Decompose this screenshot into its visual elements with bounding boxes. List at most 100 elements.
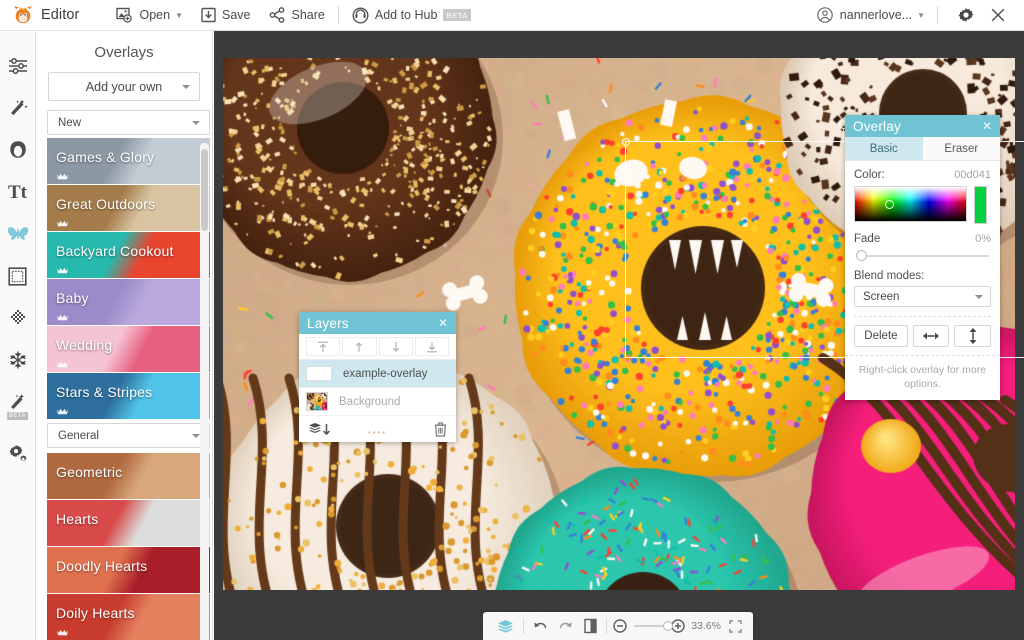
account-menu[interactable]: nannerlove... ▼ xyxy=(817,7,925,23)
page-title: Overlays xyxy=(36,31,212,72)
color-picker-cursor[interactable] xyxy=(885,200,894,209)
zoom-slider[interactable] xyxy=(634,625,664,627)
close-button[interactable] xyxy=(982,0,1014,31)
save-label: Save xyxy=(222,8,251,22)
overlay-tabs: Basic Eraser xyxy=(845,137,1000,161)
flatten-layers-button[interactable] xyxy=(308,422,332,437)
overlay-panel-header[interactable]: Overlay ✕ xyxy=(845,115,1000,137)
scrollbar-thumb[interactable] xyxy=(201,149,208,231)
chevron-down-icon: ▼ xyxy=(175,11,183,20)
rail-item-frames[interactable] xyxy=(0,255,36,297)
layers-panel-footer: •••• xyxy=(299,416,456,442)
magic-wand-icon xyxy=(8,98,28,118)
resize-grip[interactable]: •••• xyxy=(368,428,387,437)
send-to-front-button[interactable] xyxy=(306,337,340,356)
zoom-out-button[interactable] xyxy=(611,619,629,633)
blend-modes-label: Blend modes: xyxy=(854,270,991,282)
layer-row-overlay[interactable]: example-overlay xyxy=(299,360,456,388)
color-picker-field[interactable] xyxy=(854,186,967,222)
overlay-settings-panel[interactable]: Overlay ✕ Basic Eraser Color: 00d041 Fad… xyxy=(845,115,1000,400)
save-button[interactable]: Save xyxy=(192,0,260,31)
brand[interactable]: Editor xyxy=(12,5,79,25)
sidebar-scrollbar[interactable] xyxy=(200,143,209,640)
save-icon xyxy=(201,7,216,23)
color-value: 00d041 xyxy=(954,169,991,181)
close-icon[interactable]: ✕ xyxy=(438,316,448,330)
tab-basic[interactable]: Basic xyxy=(845,137,923,160)
share-icon xyxy=(269,7,286,23)
blend-mode-select[interactable]: Screen xyxy=(854,286,991,307)
overlay-panel-title: Overlay xyxy=(853,119,901,134)
rail-item-effects[interactable] xyxy=(0,87,36,129)
overlay-category-thumb[interactable]: Hearts xyxy=(47,500,210,546)
sliders-icon xyxy=(8,57,28,75)
text-tt-icon: Tt xyxy=(8,183,27,202)
overlay-category-list[interactable]: Games & Glory Great Outdoors Backyard Cook… xyxy=(36,138,213,640)
send-backward-button[interactable] xyxy=(379,337,413,356)
color-swatch-current[interactable] xyxy=(974,186,987,224)
layers-panel[interactable]: Layers ✕ xyxy=(299,312,456,442)
compare-button[interactable] xyxy=(579,618,602,634)
overlay-category-thumb[interactable]: Doodly Hearts xyxy=(47,547,210,593)
send-to-back-button[interactable] xyxy=(415,337,449,356)
flip-horizontal-button[interactable] xyxy=(913,325,950,347)
fullscreen-button[interactable] xyxy=(727,620,744,633)
delete-layer-button[interactable] xyxy=(434,422,447,437)
add-your-own-button[interactable]: Add your own xyxy=(48,72,200,101)
overlay-category-label: Great Outdoors xyxy=(56,196,155,212)
flip-vertical-button[interactable] xyxy=(954,325,991,347)
top-toolbar: Editor Open ▼ Save xyxy=(0,0,1024,31)
texture-diamond-icon xyxy=(8,308,28,328)
zoom-slider-knob[interactable] xyxy=(663,621,673,631)
open-button[interactable]: Open ▼ xyxy=(107,0,192,31)
rail-item-basic-edits[interactable] xyxy=(0,45,36,87)
rail-item-text[interactable]: Tt xyxy=(0,171,36,213)
layer-row-background[interactable]: Background xyxy=(299,388,456,416)
category-select-new[interactable]: New xyxy=(47,110,210,135)
fade-slider[interactable] xyxy=(856,255,989,257)
bring-forward-button[interactable] xyxy=(342,337,376,356)
gear-icon xyxy=(958,7,974,23)
picmonkey-monkey-logo-icon xyxy=(12,5,34,25)
user-avatar-icon xyxy=(817,7,833,23)
delete-button[interactable]: Delete xyxy=(854,325,908,347)
category-select-general[interactable]: General xyxy=(47,423,210,448)
layer-thumbnail-photo xyxy=(306,392,328,411)
layer-name: Background xyxy=(339,396,400,408)
close-icon xyxy=(990,7,1006,23)
rail-item-touch-up[interactable] xyxy=(0,129,36,171)
rail-item-textures[interactable] xyxy=(0,297,36,339)
hub-icon xyxy=(352,7,369,24)
settings-button[interactable] xyxy=(950,0,982,31)
overlay-category-thumb[interactable]: Geometric xyxy=(47,453,210,499)
overlay-category-thumb[interactable]: Stars & Stripes xyxy=(47,373,210,419)
overlay-category-thumb[interactable]: Doily Hearts xyxy=(47,594,210,640)
redo-button[interactable] xyxy=(553,619,579,634)
add-to-hub-button[interactable]: Add to Hub BETA xyxy=(343,0,480,31)
category-new-label: New xyxy=(58,117,81,129)
overlay-category-thumb[interactable]: Games & Glory xyxy=(47,138,210,184)
face-icon xyxy=(8,140,28,160)
layer-name: example-overlay xyxy=(343,368,427,380)
close-icon[interactable]: ✕ xyxy=(982,119,992,133)
overlay-category-thumb[interactable]: Wedding xyxy=(47,326,210,372)
tab-eraser[interactable]: Eraser xyxy=(923,137,1001,160)
layers-panel-header[interactable]: Layers ✕ xyxy=(299,312,456,334)
overlay-category-thumb[interactable]: Backyard Cookout xyxy=(47,232,210,278)
rail-item-design-beta[interactable]: BETA xyxy=(0,381,36,423)
chevron-down-icon xyxy=(975,295,983,299)
undo-button[interactable] xyxy=(527,619,553,634)
overlay-category-label: Doily Hearts xyxy=(56,605,135,621)
color-row: Color: 00d041 xyxy=(854,169,991,181)
share-button[interactable]: Share xyxy=(260,0,334,31)
layers-stack-button[interactable] xyxy=(492,619,519,634)
fade-slider-knob[interactable] xyxy=(856,250,867,261)
add-to-hub-label: Add to Hub xyxy=(375,8,438,22)
rail-item-overlays[interactable] xyxy=(0,213,36,255)
beta-badge: BETA xyxy=(443,9,470,21)
rail-item-themes[interactable] xyxy=(0,339,36,381)
overlay-category-thumb[interactable]: Baby xyxy=(47,279,210,325)
overlay-category-thumb[interactable]: Great Outdoors xyxy=(47,185,210,231)
open-image-icon xyxy=(116,7,133,23)
rail-item-settings[interactable] xyxy=(0,433,36,475)
